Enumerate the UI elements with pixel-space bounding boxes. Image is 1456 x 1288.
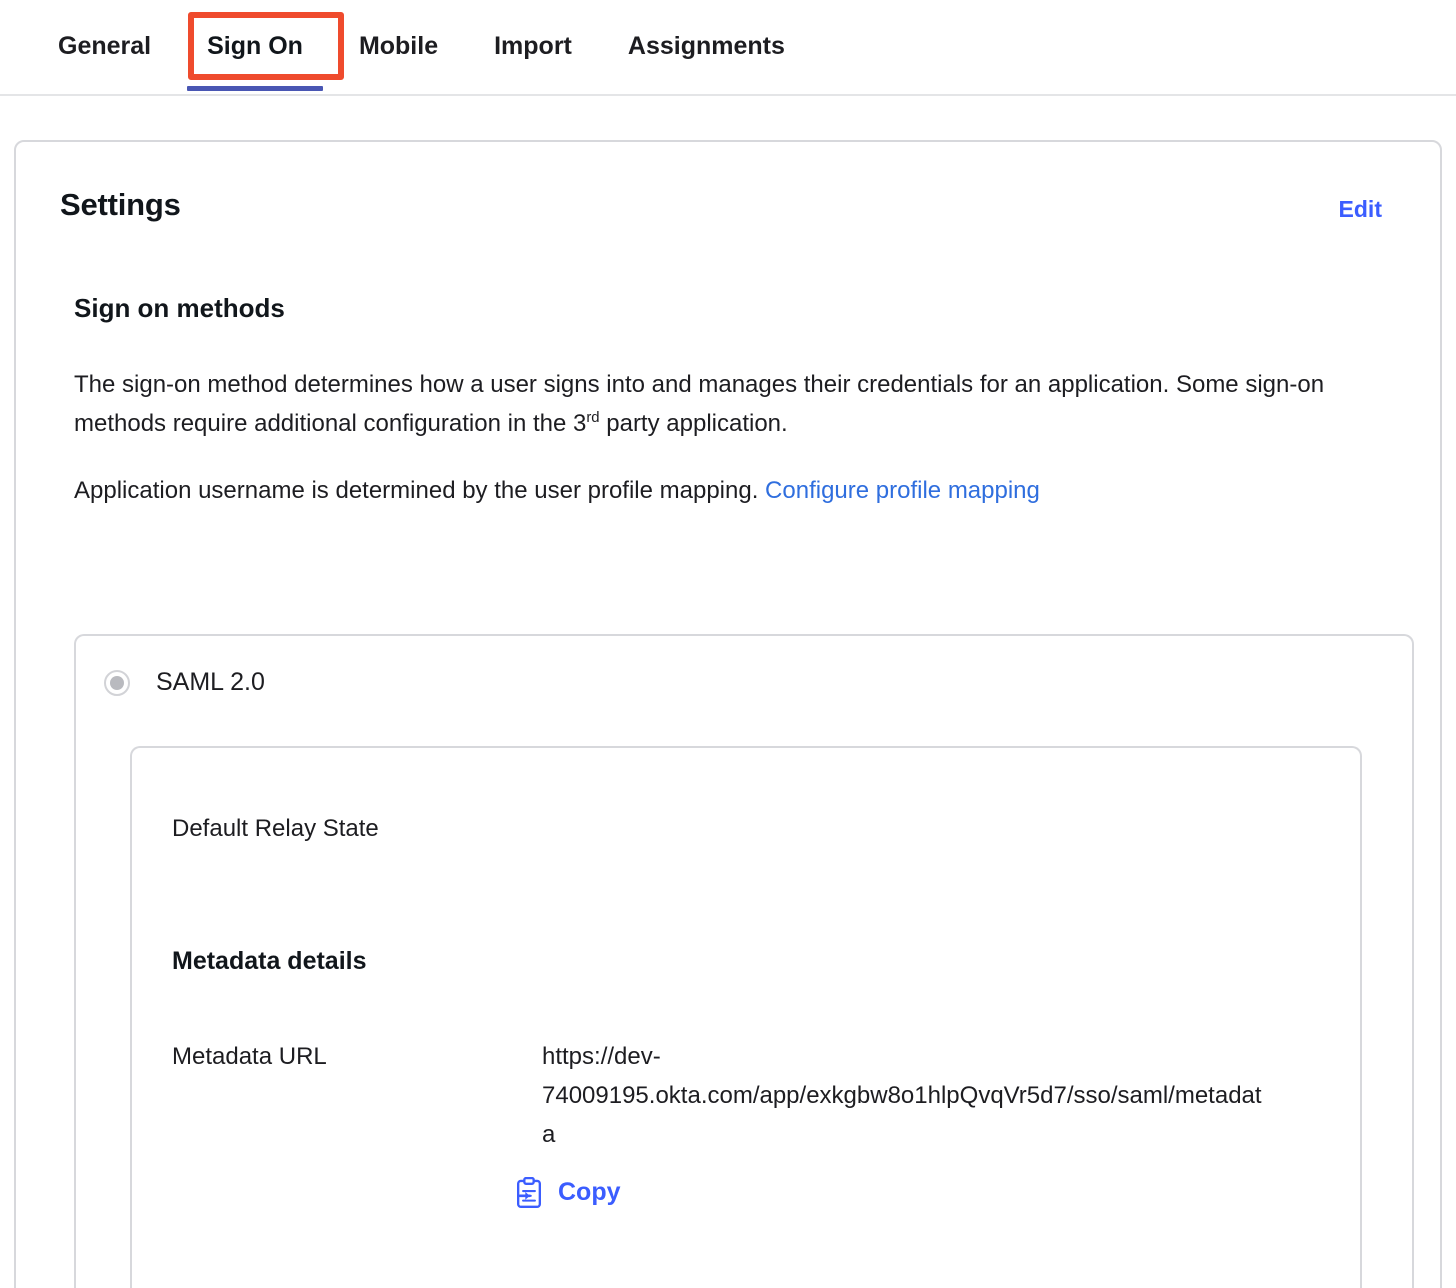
copy-button-label: Copy xyxy=(558,1178,621,1207)
sign-on-methods-heading: Sign on methods xyxy=(74,293,1440,324)
okta-sign-on-settings-page: General Sign On Mobile Import Assignment… xyxy=(0,0,1456,1288)
metadata-url-label: Metadata URL xyxy=(172,1038,542,1075)
saml-radio-button[interactable] xyxy=(104,670,130,696)
username-mapping-text: Application username is determined by th… xyxy=(74,477,765,504)
application-username-description: Application username is determined by th… xyxy=(74,472,1344,511)
metadata-details-heading: Metadata details xyxy=(172,947,1360,976)
tab-general[interactable]: General xyxy=(30,0,179,89)
metadata-url-value: https://dev-74009195.okta.com/app/exkgbw… xyxy=(542,1038,1262,1155)
tab-assignments-label: Assignments xyxy=(628,32,785,60)
tab-mobile[interactable]: Mobile xyxy=(331,0,466,89)
saml-option-label: SAML 2.0 xyxy=(156,668,265,697)
tab-import-label: Import xyxy=(494,32,572,60)
saml-detail-container: Default Relay State Metadata details Met… xyxy=(130,746,1362,1288)
tab-sign-on[interactable]: Sign On xyxy=(179,0,331,89)
tab-general-label: General xyxy=(58,32,151,60)
metadata-url-row: Metadata URL https://dev-74009195.okta.c… xyxy=(132,1038,1360,1155)
saml-option-container: SAML 2.0 Default Relay State Metadata de… xyxy=(74,634,1414,1288)
description-text-part-2: party application. xyxy=(600,410,788,437)
tab-import[interactable]: Import xyxy=(466,0,600,89)
page-title: Settings xyxy=(60,186,181,223)
sign-on-method-description: The sign-on method determines how a user… xyxy=(74,366,1344,444)
app-tab-bar: General Sign On Mobile Import Assignment… xyxy=(0,0,1456,96)
tab-sign-on-label: Sign On xyxy=(207,32,303,60)
default-relay-state-row: Default Relay State xyxy=(132,810,1360,847)
settings-card-header: Settings Edit xyxy=(16,142,1440,223)
default-relay-state-label: Default Relay State xyxy=(172,810,542,847)
radio-selected-dot xyxy=(110,676,124,690)
tab-mobile-label: Mobile xyxy=(359,32,438,60)
configure-profile-mapping-link[interactable]: Configure profile mapping xyxy=(765,477,1040,504)
tab-active-underline xyxy=(187,86,323,91)
tab-assignments[interactable]: Assignments xyxy=(600,0,813,89)
ordinal-suffix: rd xyxy=(586,410,599,426)
edit-button[interactable]: Edit xyxy=(1339,196,1382,223)
clipboard-copy-icon xyxy=(514,1177,544,1209)
settings-card: Settings Edit Sign on methods The sign-o… xyxy=(14,140,1442,1288)
copy-metadata-url-button[interactable]: Copy xyxy=(500,1167,635,1219)
copy-button-wrapper: Copy xyxy=(500,1167,700,1219)
saml-radio-row[interactable]: SAML 2.0 xyxy=(76,636,1412,697)
